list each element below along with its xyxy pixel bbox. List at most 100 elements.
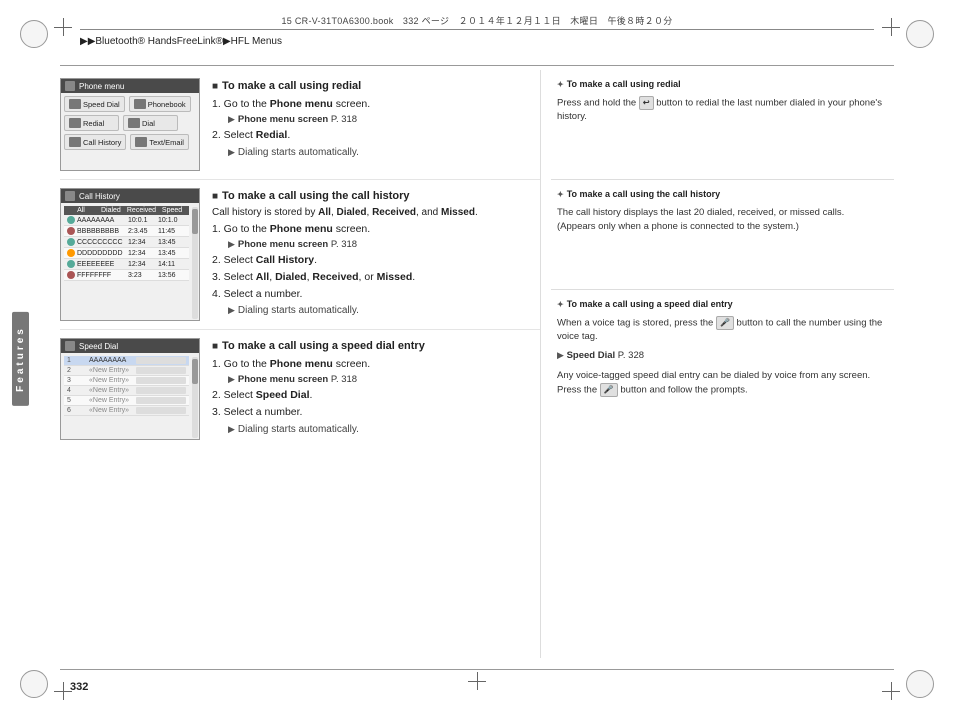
status-out-icon [67,227,75,235]
redial-icon [69,118,81,128]
col-received: Received [127,207,156,214]
speed-dial-title-icon [65,341,75,351]
scroll-thumb-speed [192,359,198,384]
speeddial-row: 3 «New Entry» [64,376,189,386]
section-call-history: Call History All Dialed Received Speed A… [60,180,540,330]
col-all: All [67,207,95,214]
step-1-redial: 1. Go to the Phone menu screen. ▶ Phone … [212,97,540,127]
note-ref-speed-dial: ▶ Speed Dial P. 328 [557,349,888,363]
screen-title-phone-menu: Phone menu [61,79,199,93]
scrollbar-speed [192,357,198,438]
phonebook-icon [134,99,146,109]
text-email-button: Text/Email [130,134,189,150]
section-speed-dial: Speed Dial 1 AAAAAAAA 2 «New Entry» 3 [60,330,540,448]
call-history-intro: Call history is stored by All, Dialed, R… [212,207,540,218]
book-info: 15 CR-V-31T0A6300.book 332 ページ ２０１４年１２月１… [80,14,874,30]
section-title-speed-dial: To make a call using a speed dial entry [212,340,540,352]
note-title-call-history: To make a call using the call history [557,188,888,202]
step-3-ch: 3. Select All, Dialed, Received, or Miss… [212,270,540,286]
corner-decoration-br [906,670,934,698]
note-text-redial: Press and hold the ↩ button to redial th… [557,96,888,125]
call-hist-title-icon [65,191,75,201]
crosshair-tr [882,18,900,36]
step-1-sd: 1. Go to the Phone menu screen. ▶ Phone … [212,357,540,387]
dialing-note-sd: ▶ Dialing starts automatically. [228,422,540,437]
col-speed: Speed [158,207,186,214]
screen-title-call-history: Call History [61,189,199,203]
call-history-menu-button: Call History [64,134,126,150]
phonebook-button: Phonebook [129,96,191,112]
table-row: FFFFFFFF 3:23 13:56 [64,270,189,281]
page-header: 15 CR-V-31T0A6300.book 332 ページ ２０１４年１２月１… [80,14,874,47]
screen-mockup-speed-dial: Speed Dial 1 AAAAAAAA 2 «New Entry» 3 [60,338,200,440]
section-redial: Phone menu Speed Dial Phonebook [60,70,540,180]
note-title-speed-dial: To make a call using a speed dial entry [557,298,888,312]
table-row: CCCCCCCCC 12:34 13:45 [64,237,189,248]
speeddial-row: 6 «New Entry» [64,406,189,416]
step-list-speed-dial: 1. Go to the Phone menu screen. ▶ Phone … [212,357,540,437]
crosshair-bottom-center [468,672,486,690]
status-out-icon [67,271,75,279]
screen-body-speed-dial: 1 AAAAAAAA 2 «New Entry» 3 «New Entry» [61,353,199,419]
voice-btn-symbol: 🎤 [716,316,734,330]
note-redial: To make a call using redial Press and ho… [551,70,894,180]
instructions-speed-dial: To make a call using a speed dial entry … [212,338,540,440]
sub-step-ref-redial: ▶ Phone menu screen P. 318 [228,113,540,127]
call-history-table-header: All Dialed Received Speed [64,206,189,215]
note-text-call-history: The call history displays the last 20 di… [557,206,888,235]
header-divider [60,65,894,66]
crosshair-tl [54,18,72,36]
speed-dial-icon [69,99,81,109]
status-missed-icon [67,249,75,257]
step-3-sd: 3. Select a number. [212,405,540,421]
features-label: Features [12,312,29,406]
table-row: AAAAAAAA 10:0.1 10:1.0 [64,215,189,226]
screen-body-call-history: All Dialed Received Speed AAAAAAAA 10:0.… [61,203,199,284]
speeddial-row: 1 AAAAAAAA [64,356,189,366]
breadcrumb: ▶▶Bluetooth® HandsFreeLink®▶HFL Menus [80,36,282,47]
crosshair-br [882,682,900,700]
corner-decoration-bl [20,670,48,698]
step-2-redial: 2. Select Redial. [212,128,540,144]
section-title-call-history: To make a call using the call history [212,190,540,202]
instructions-redial: To make a call using redial 1. Go to the… [212,78,540,171]
note-call-history: To make a call using the call history Th… [551,180,894,290]
section-title-redial: To make a call using redial [212,80,540,92]
scroll-thumb [192,209,198,234]
dial-button: Dial [123,115,178,131]
screen-mockup-call-history: Call History All Dialed Received Speed A… [60,188,200,321]
status-in-icon [67,238,75,246]
redial-btn-symbol: ↩ [639,96,654,110]
left-column: Phone menu Speed Dial Phonebook [60,70,540,658]
phone-icon [65,81,75,91]
step-4-ch: 4. Select a number. [212,287,540,303]
voice-btn-symbol-2: 🎤 [600,383,618,397]
table-row: EEEEEEEE 12:34 14:11 [64,259,189,270]
step-1-ch: 1. Go to the Phone menu screen. ▶ Phone … [212,222,540,252]
table-row: DDDDDDDDD 12:34 13:45 [64,248,189,259]
status-in-icon [67,260,75,268]
dialing-note-ch: ▶ Dialing starts automatically. [228,303,540,318]
speeddial-row: 5 «New Entry» [64,396,189,406]
step-2-sd: 2. Select Speed Dial. [212,388,540,404]
status-in-icon [67,216,75,224]
dial-icon [128,118,140,128]
speeddial-row: 2 «New Entry» [64,366,189,376]
step-list-call-history: 1. Go to the Phone menu screen. ▶ Phone … [212,222,540,318]
screen-mockup-phone-menu: Phone menu Speed Dial Phonebook [60,78,200,171]
redial-button: Redial [64,115,119,131]
step-list-redial: 1. Go to the Phone menu screen. ▶ Phone … [212,97,540,160]
corner-decoration-tr [906,20,934,48]
instructions-call-history: To make a call using the call history Ca… [212,188,540,321]
text-email-icon [135,137,147,147]
sub-step-ref-ch: ▶ Phone menu screen P. 318 [228,238,540,252]
note-text-speed-dial-2: Any voice-tagged speed dial entry can be… [557,369,888,398]
page-number: 332 [70,681,88,693]
note-title-redial: To make a call using redial [557,78,888,92]
footer-divider [60,669,894,670]
speeddial-row: 4 «New Entry» [64,386,189,396]
right-column: To make a call using redial Press and ho… [540,70,894,658]
step-2-ch: 2. Select Call History. [212,253,540,269]
dialing-note-redial: ▶ Dialing starts automatically. [228,145,540,160]
sub-step-ref-sd: ▶ Phone menu screen P. 318 [228,373,540,387]
